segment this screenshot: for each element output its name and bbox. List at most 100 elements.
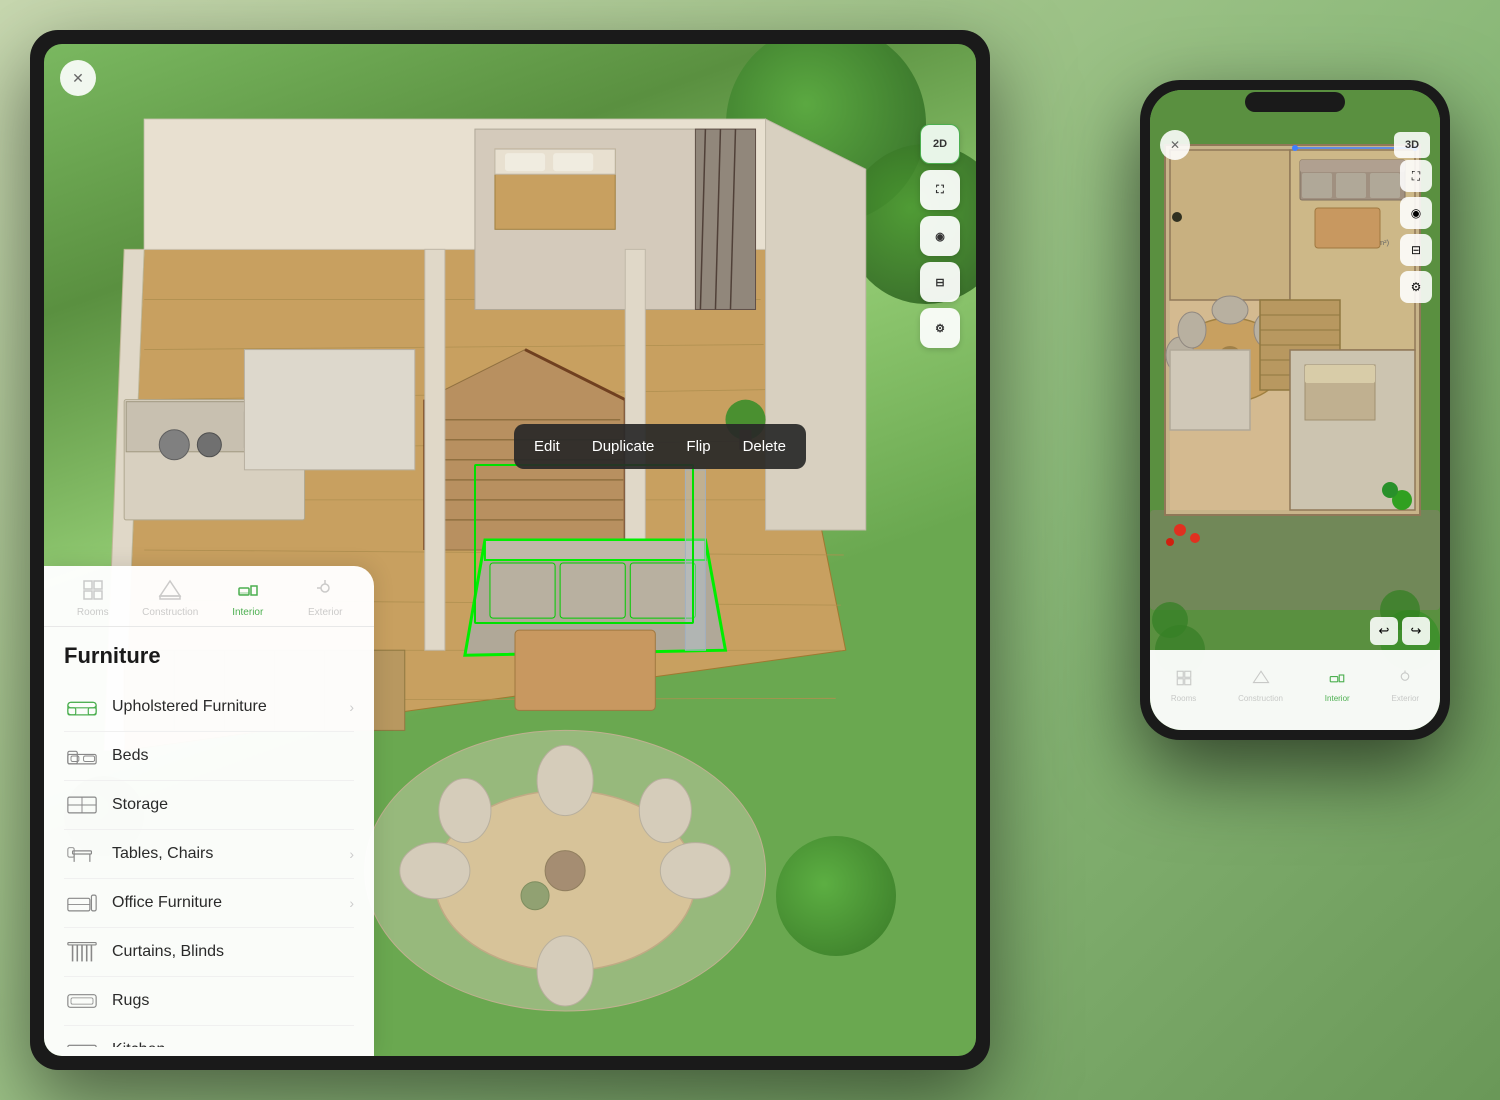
tab-interior[interactable]: Interior — [218, 576, 278, 618]
selection-box — [474, 464, 694, 624]
construction-icon — [156, 576, 184, 604]
redo-icon: ↪ — [1411, 623, 1422, 639]
settings-button[interactable]: ⚙ — [920, 308, 960, 348]
storage-label: Storage — [112, 796, 354, 814]
furniture-item-rugs[interactable]: Rugs — [64, 977, 354, 1026]
upholstered-chevron: › — [349, 699, 354, 715]
undo-icon: ↩ — [1379, 623, 1390, 639]
main-scene: Edit Duplicate Flip Delete ✕ 2D ⛶ — [0, 0, 1500, 1100]
furniture-item-upholstered[interactable]: Upholstered Furniture › — [64, 683, 354, 732]
iphone-layers-icon: ⊟ — [1411, 243, 1421, 257]
iphone-fullscreen-icon: ⛶ — [1412, 169, 1420, 184]
iphone-floorplan: Living Room (54.2 m²) — [1150, 90, 1440, 730]
iphone-3d-label: 3D — [1405, 139, 1419, 151]
curtains-label: Curtains, Blinds — [112, 943, 354, 961]
furniture-item-office[interactable]: Office Furniture › — [64, 879, 354, 928]
ipad-tab-bar: Rooms Construction Interior — [44, 566, 374, 627]
beds-label: Beds — [112, 747, 354, 765]
flip-menu-item[interactable]: Flip — [670, 432, 726, 461]
iphone-camera-icon: ◉ — [1411, 206, 1421, 220]
iphone-layers-button[interactable]: ⊟ — [1400, 234, 1432, 266]
rugs-icon — [64, 987, 100, 1015]
furniture-item-curtains[interactable]: Curtains, Blinds — [64, 928, 354, 977]
iphone-fullscreen-button[interactable]: ⛶ — [1400, 160, 1432, 192]
tables-chairs-chevron: › — [349, 846, 354, 862]
iphone-rooms-icon — [1175, 669, 1193, 692]
kitchen-label: Kitchen — [112, 1041, 354, 1047]
iphone-screen: Living Room (54.2 m²) — [1150, 90, 1440, 730]
interior-icon — [234, 576, 262, 604]
iphone-device: Living Room (54.2 m²) — [1140, 80, 1450, 740]
tab-rooms[interactable]: Rooms — [63, 576, 123, 618]
furniture-item-storage[interactable]: Storage — [64, 781, 354, 830]
furniture-item-kitchen[interactable]: Kitchen — [64, 1026, 354, 1047]
iphone-construction-icon — [1252, 669, 1270, 692]
close-icon: ✕ — [72, 70, 84, 87]
kitchen-icon — [64, 1036, 100, 1047]
ipad-device: Edit Duplicate Flip Delete ✕ 2D ⛶ — [30, 30, 990, 1070]
layers-icon: ⊟ — [935, 276, 944, 289]
layers-button[interactable]: ⊟ — [920, 262, 960, 302]
sidebar-panel: Rooms Construction Interior — [44, 566, 374, 1056]
upholstered-icon — [64, 693, 100, 721]
duplicate-menu-item[interactable]: Duplicate — [576, 432, 671, 461]
iphone-close-icon: ✕ — [1170, 138, 1180, 152]
delete-menu-item[interactable]: Delete — [727, 432, 802, 461]
rooms-icon — [79, 576, 107, 604]
iphone-close-button[interactable]: ✕ — [1160, 130, 1190, 160]
storage-icon — [64, 791, 100, 819]
curtains-icon — [64, 938, 100, 966]
tab-exterior-label: Exterior — [308, 607, 342, 618]
iphone-camera-button[interactable]: ◉ — [1400, 197, 1432, 229]
furniture-section-title: Furniture — [64, 643, 354, 669]
tables-chairs-label: Tables, Chairs — [112, 845, 349, 863]
iphone-tab-construction[interactable]: Construction — [1238, 669, 1283, 703]
iphone-tab-interior-label: Interior — [1325, 694, 1350, 703]
context-menu: Edit Duplicate Flip Delete — [514, 424, 806, 469]
fullscreen-button[interactable]: ⛶ — [920, 170, 960, 210]
tab-rooms-label: Rooms — [77, 607, 109, 618]
iphone-undo-redo: ↩ ↪ — [1370, 617, 1430, 645]
iphone-tab-exterior[interactable]: Exterior — [1392, 669, 1420, 703]
iphone-settings-icon: ⚙ — [1411, 280, 1422, 294]
ipad-close-button[interactable]: ✕ — [60, 60, 96, 96]
furniture-panel: Furniture Upholstered Furniture › — [44, 627, 374, 1047]
iphone-tab-rooms[interactable]: Rooms — [1171, 669, 1196, 703]
iphone-settings-button[interactable]: ⚙ — [1400, 271, 1432, 303]
2d-label: 2D — [933, 138, 947, 150]
settings-icon: ⚙ — [935, 322, 945, 335]
iphone-undo-button[interactable]: ↩ — [1370, 617, 1398, 645]
tab-construction-label: Construction — [142, 607, 198, 618]
iphone-notch — [1245, 92, 1345, 112]
office-icon — [64, 889, 100, 917]
beds-icon — [64, 742, 100, 770]
iphone-toolbar-right: ⛶ ◉ ⊟ ⚙ — [1400, 160, 1432, 303]
edit-menu-item[interactable]: Edit — [518, 432, 576, 461]
camera-button[interactable]: ◉ — [920, 216, 960, 256]
camera-icon: ◉ — [935, 230, 945, 243]
iphone-interior-icon — [1328, 669, 1346, 692]
furniture-item-beds[interactable]: Beds — [64, 732, 354, 781]
tab-exterior[interactable]: Exterior — [295, 576, 355, 618]
ipad-screen: Edit Duplicate Flip Delete ✕ 2D ⛶ — [44, 44, 976, 1056]
iphone-3d-button[interactable]: 3D — [1394, 132, 1430, 158]
office-label: Office Furniture — [112, 894, 349, 912]
iphone-tab-exterior-label: Exterior — [1392, 694, 1420, 703]
exterior-icon — [311, 576, 339, 604]
upholstered-label: Upholstered Furniture — [112, 698, 349, 716]
fullscreen-icon: ⛶ — [936, 184, 944, 197]
view-2d-button[interactable]: 2D — [920, 124, 960, 164]
iphone-top-bar: ✕ 3D — [1150, 130, 1440, 160]
iphone-tab-bar: Rooms Construction Interior — [1150, 650, 1440, 730]
tab-construction[interactable]: Construction — [140, 576, 200, 618]
tables-chairs-icon — [64, 840, 100, 868]
iphone-tab-interior[interactable]: Interior — [1325, 669, 1350, 703]
office-chevron: › — [349, 895, 354, 911]
ipad-toolbar-right: 2D ⛶ ◉ ⊟ ⚙ — [920, 124, 960, 348]
iphone-exterior-icon — [1396, 669, 1414, 692]
iphone-redo-button[interactable]: ↪ — [1402, 617, 1430, 645]
furniture-item-tables-chairs[interactable]: Tables, Chairs › — [64, 830, 354, 879]
iphone-tab-construction-label: Construction — [1238, 694, 1283, 703]
tab-interior-label: Interior — [232, 607, 263, 618]
iphone-tab-rooms-label: Rooms — [1171, 694, 1196, 703]
